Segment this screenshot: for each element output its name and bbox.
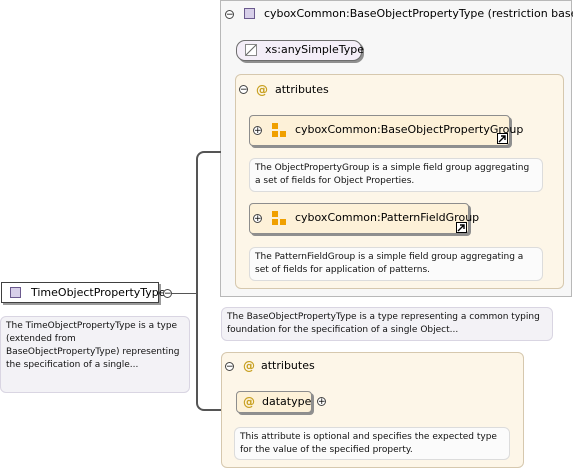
attributes-label: attributes (261, 359, 315, 372)
attribute-name: datatype (262, 395, 312, 408)
collapse-icon[interactable]: − (225, 10, 234, 20)
complex-type-icon (10, 287, 21, 298)
base-type-documentation: The BaseObjectPropertyType is a type rep… (221, 307, 553, 341)
root-type-label: TimeObjectPropertyType (31, 286, 166, 299)
link-arrow-icon[interactable] (497, 133, 508, 144)
attribute-group-label: cyboxCommon:BaseObjectPropertyGroup (295, 123, 524, 136)
attribute-group-documentation: The ObjectPropertyGroup is a simple fiel… (249, 158, 543, 192)
complex-type-icon (244, 8, 255, 19)
attribute-group-label: cyboxCommon:PatternFieldGroup (295, 211, 480, 224)
expand-icon[interactable]: + (253, 126, 262, 136)
attribute-marker: @ (243, 359, 255, 373)
attribute-group-documentation: The PatternFieldGroup is a simple field … (249, 247, 543, 281)
attribute-marker: @ (256, 83, 268, 97)
attribute-group-icon (272, 123, 286, 137)
connector-line (172, 293, 196, 294)
root-type-documentation: The TimeObjectPropertyType is a type (ex… (0, 316, 190, 393)
collapse-icon[interactable]: − (225, 362, 234, 372)
attribute-marker: @ (243, 395, 255, 409)
base-type-title: cyboxCommon:BaseObjectPropertyType (rest… (264, 7, 573, 20)
attribute-documentation: This attribute is optional and specifies… (234, 427, 510, 460)
expand-icon[interactable]: + (317, 397, 326, 407)
collapse-icon[interactable]: − (239, 85, 248, 95)
attributes-label: attributes (275, 83, 329, 96)
simple-type-label: xs:anySimpleType (265, 43, 364, 56)
simple-type-icon (245, 44, 257, 56)
attribute-group-icon (272, 211, 286, 225)
collapse-icon[interactable]: − (163, 289, 172, 299)
connector-bracket (196, 151, 221, 411)
link-arrow-icon[interactable] (456, 222, 467, 233)
expand-icon[interactable]: + (253, 214, 262, 224)
